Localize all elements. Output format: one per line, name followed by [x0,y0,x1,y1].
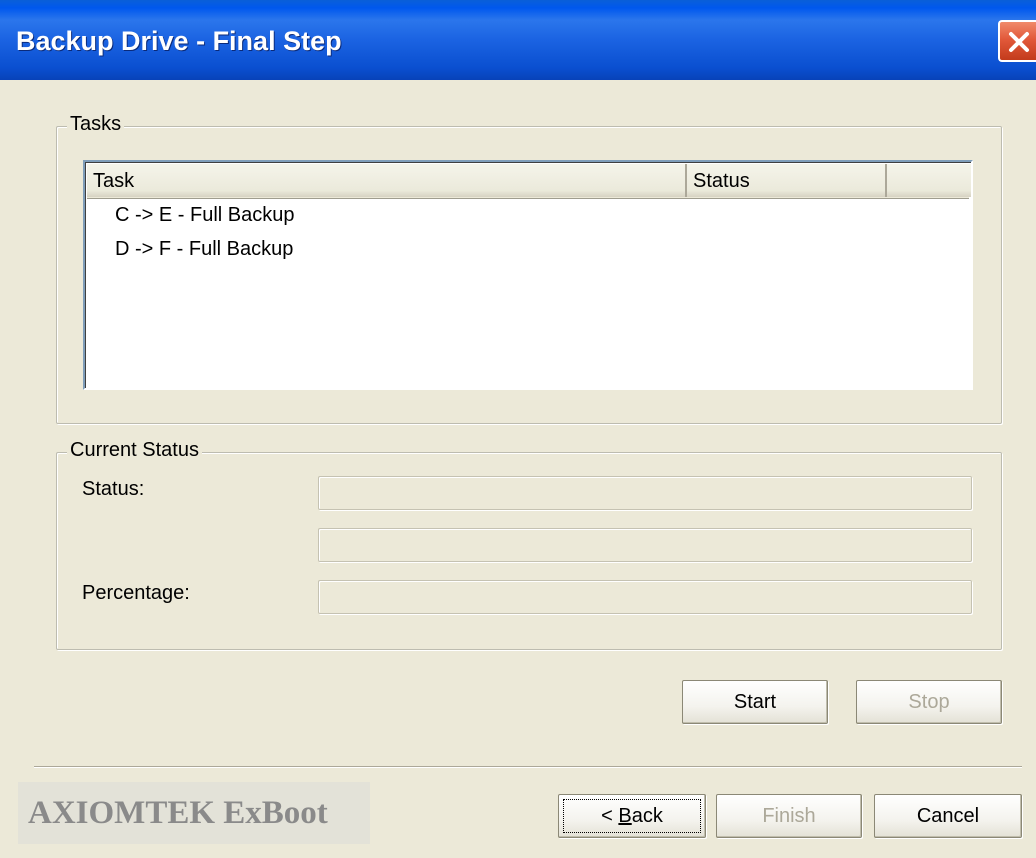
percentage-label: Percentage: [82,582,190,604]
finish-button[interactable]: Finish [716,794,862,838]
current-status-group-legend: Current Status [67,439,202,462]
backup-wizard-window: Backup Drive - Final Step Tasks Task Sta… [0,0,1036,858]
tasks-list[interactable]: Task Status C -> E - Full Backup D -> F … [83,160,973,390]
task-name: D -> F - Full Backup [115,238,294,260]
stop-button[interactable]: Stop [856,680,1002,724]
tasks-list-header: Task Status [87,164,971,199]
window-title: Backup Drive - Final Step [16,26,342,56]
brand-label: AXIOMTEK ExBoot [18,782,370,844]
tasks-group-legend: Tasks [67,113,125,136]
column-header-extra[interactable] [887,164,971,197]
close-button[interactable] [998,20,1036,62]
status-detail-field [318,528,972,562]
cancel-button[interactable]: Cancel [874,794,1022,838]
close-icon [1009,32,1029,52]
title-bar[interactable]: Backup Drive - Final Step [0,0,1036,80]
start-button[interactable]: Start [682,680,828,724]
back-button[interactable]: < Back [558,794,706,838]
status-field [318,476,972,510]
task-name: C -> E - Full Backup [115,204,295,226]
percentage-progress-bar [318,580,972,614]
footer-separator [34,766,1022,768]
column-header-status[interactable]: Status [687,164,887,197]
list-item[interactable]: D -> F - Full Backup [115,238,293,261]
column-header-task[interactable]: Task [87,164,687,197]
list-item[interactable]: C -> E - Full Backup [115,204,295,227]
status-label: Status: [82,478,145,500]
focus-rectangle [563,799,701,833]
